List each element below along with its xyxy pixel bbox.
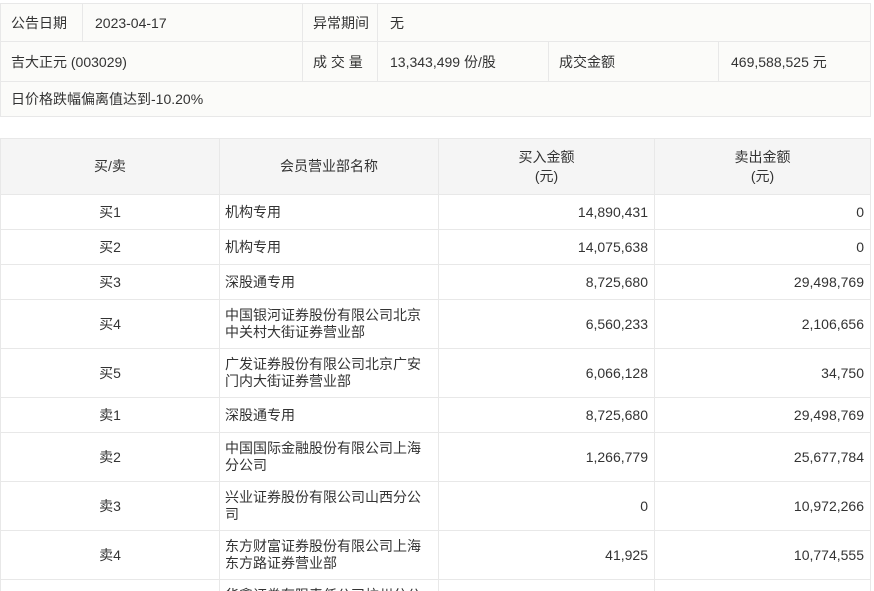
stock-name: 吉大正元 (003029) [11,53,127,70]
branch-cell: 兴业证券股份有限公司山西分公司 [219,482,438,530]
table-row: 卖4 东方财富证券股份有限公司上海东方路证券营业部 41,925 10,774,… [1,530,870,579]
buy-amount-cell: 6,560,233 [438,300,654,348]
sell-amount-cell: 25,677,784 [654,433,870,481]
branch-cell: 深股通专用 [219,265,438,299]
col-header-buy: 买入金额 (元) [438,139,654,194]
table-row: 买4 中国银河证券股份有限公司北京中关村大街证券营业部 6,560,233 2,… [1,299,870,348]
table-row: 买3 深股通专用 8,725,680 29,498,769 [1,264,870,299]
sell-amount-cell: 29,498,769 [654,398,870,432]
branch-cell: 机构专用 [219,195,438,229]
abnormal-period-label: 异常期间 [302,4,377,41]
rank-cell: 买3 [99,273,121,290]
rank-cell: 卖5 [1,580,219,591]
col-header-sell-unit: (元) [750,167,775,184]
branch-cell: 华鑫证券有限责任公司杭州分公司 [219,580,438,591]
summary-panel: 公告日期 2023-04-17 异常期间 无 吉大正元 (003029) 成 交… [0,3,871,117]
sell-amount-cell: 10,972,266 [654,482,870,530]
col-header-buy-unit: (元) [534,167,559,184]
buy-amount-cell: 1,266,779 [438,433,654,481]
rank-cell: 买1 [99,203,121,220]
sell-amount-cell: 0 [654,230,870,264]
table-row: 卖1 深股通专用 8,725,680 29,498,769 [1,397,870,432]
sell-amount-cell: 0 [654,195,870,229]
summary-row-deviation: 日价格跌幅偏离值达到-10.20% [1,81,870,116]
table-row: 买2 机构专用 14,075,638 0 [1,229,870,264]
rank-cell: 买2 [99,238,121,255]
col-header-sell-title: 卖出金额 [734,148,791,165]
abnormal-period-value: 无 [377,4,870,41]
summary-row-date: 公告日期 2023-04-17 异常期间 无 [1,4,870,41]
table-row: 卖2 中国国际金融股份有限公司上海分公司 1,266,779 25,677,78… [1,432,870,481]
buy-amount-cell: 0 [438,482,654,530]
deviation-note: 日价格跌幅偏离值达到-10.20% [11,91,204,107]
table-header-row: 买/卖 会员营业部名称 买入金额 (元) 卖出金额 (元) [1,139,870,194]
rank-cell: 卖3 [99,497,121,514]
sell-amount-cell: 29,498,769 [654,265,870,299]
col-header-buy-title: 买入金额 [518,148,575,165]
sell-amount-cell: 34,750 [654,349,870,397]
buy-amount-cell: 6,066,128 [438,349,654,397]
branch-cell: 东方财富证券股份有限公司上海东方路证券营业部 [219,531,438,579]
branch-cell: 机构专用 [219,230,438,264]
buy-amount-cell: 41,925 [438,531,654,579]
sell-amount-cell: 10,019,532 [654,580,870,591]
col-header-sell: 卖出金额 (元) [654,139,870,194]
table-row: 卖3 兴业证券股份有限公司山西分公司 0 10,972,266 [1,481,870,530]
branch-cell: 深股通专用 [219,398,438,432]
volume-label: 成 交 量 [302,42,377,81]
rank-cell: 卖4 [99,546,121,563]
buy-amount-cell: 0 [438,580,654,591]
turnover-label: 成交金额 [548,42,718,81]
announce-date-label: 公告日期 [11,14,67,31]
table-row: 卖5 华鑫证券有限责任公司杭州分公司 0 10,019,532 [1,579,870,591]
buy-amount-cell: 8,725,680 [438,398,654,432]
rank-cell: 卖1 [99,406,121,423]
buy-amount-cell: 8,725,680 [438,265,654,299]
turnover-value: 469,588,525 元 [718,42,870,81]
branch-cell: 中国国际金融股份有限公司上海分公司 [219,433,438,481]
branch-cell: 中国银河证券股份有限公司北京中关村大街证券营业部 [219,300,438,348]
buy-amount-cell: 14,890,431 [438,195,654,229]
col-header-branch: 会员营业部名称 [219,139,438,194]
announce-date-value: 2023-04-17 [82,4,302,41]
volume-value: 13,343,499 份/股 [377,42,548,81]
sell-amount-cell: 2,106,656 [654,300,870,348]
table-row: 买5 广发证券股份有限公司北京广安门内大街证券营业部 6,066,128 34,… [1,348,870,397]
broker-table: 买/卖 会员营业部名称 买入金额 (元) 卖出金额 (元) 买1 机构专用 14… [0,138,871,591]
buy-amount-cell: 14,075,638 [438,230,654,264]
col-header-side: 买/卖 [94,158,126,174]
rank-cell: 买4 [99,315,121,332]
summary-row-volume: 吉大正元 (003029) 成 交 量 13,343,499 份/股 成交金额 … [1,41,870,81]
branch-cell: 广发证券股份有限公司北京广安门内大街证券营业部 [219,349,438,397]
rank-cell: 买5 [99,364,121,381]
trading-disclosure-page: 公告日期 2023-04-17 异常期间 无 吉大正元 (003029) 成 交… [0,0,874,591]
table-row: 买1 机构专用 14,890,431 0 [1,194,870,229]
sell-amount-cell: 10,774,555 [654,531,870,579]
rank-cell: 卖2 [99,448,121,465]
